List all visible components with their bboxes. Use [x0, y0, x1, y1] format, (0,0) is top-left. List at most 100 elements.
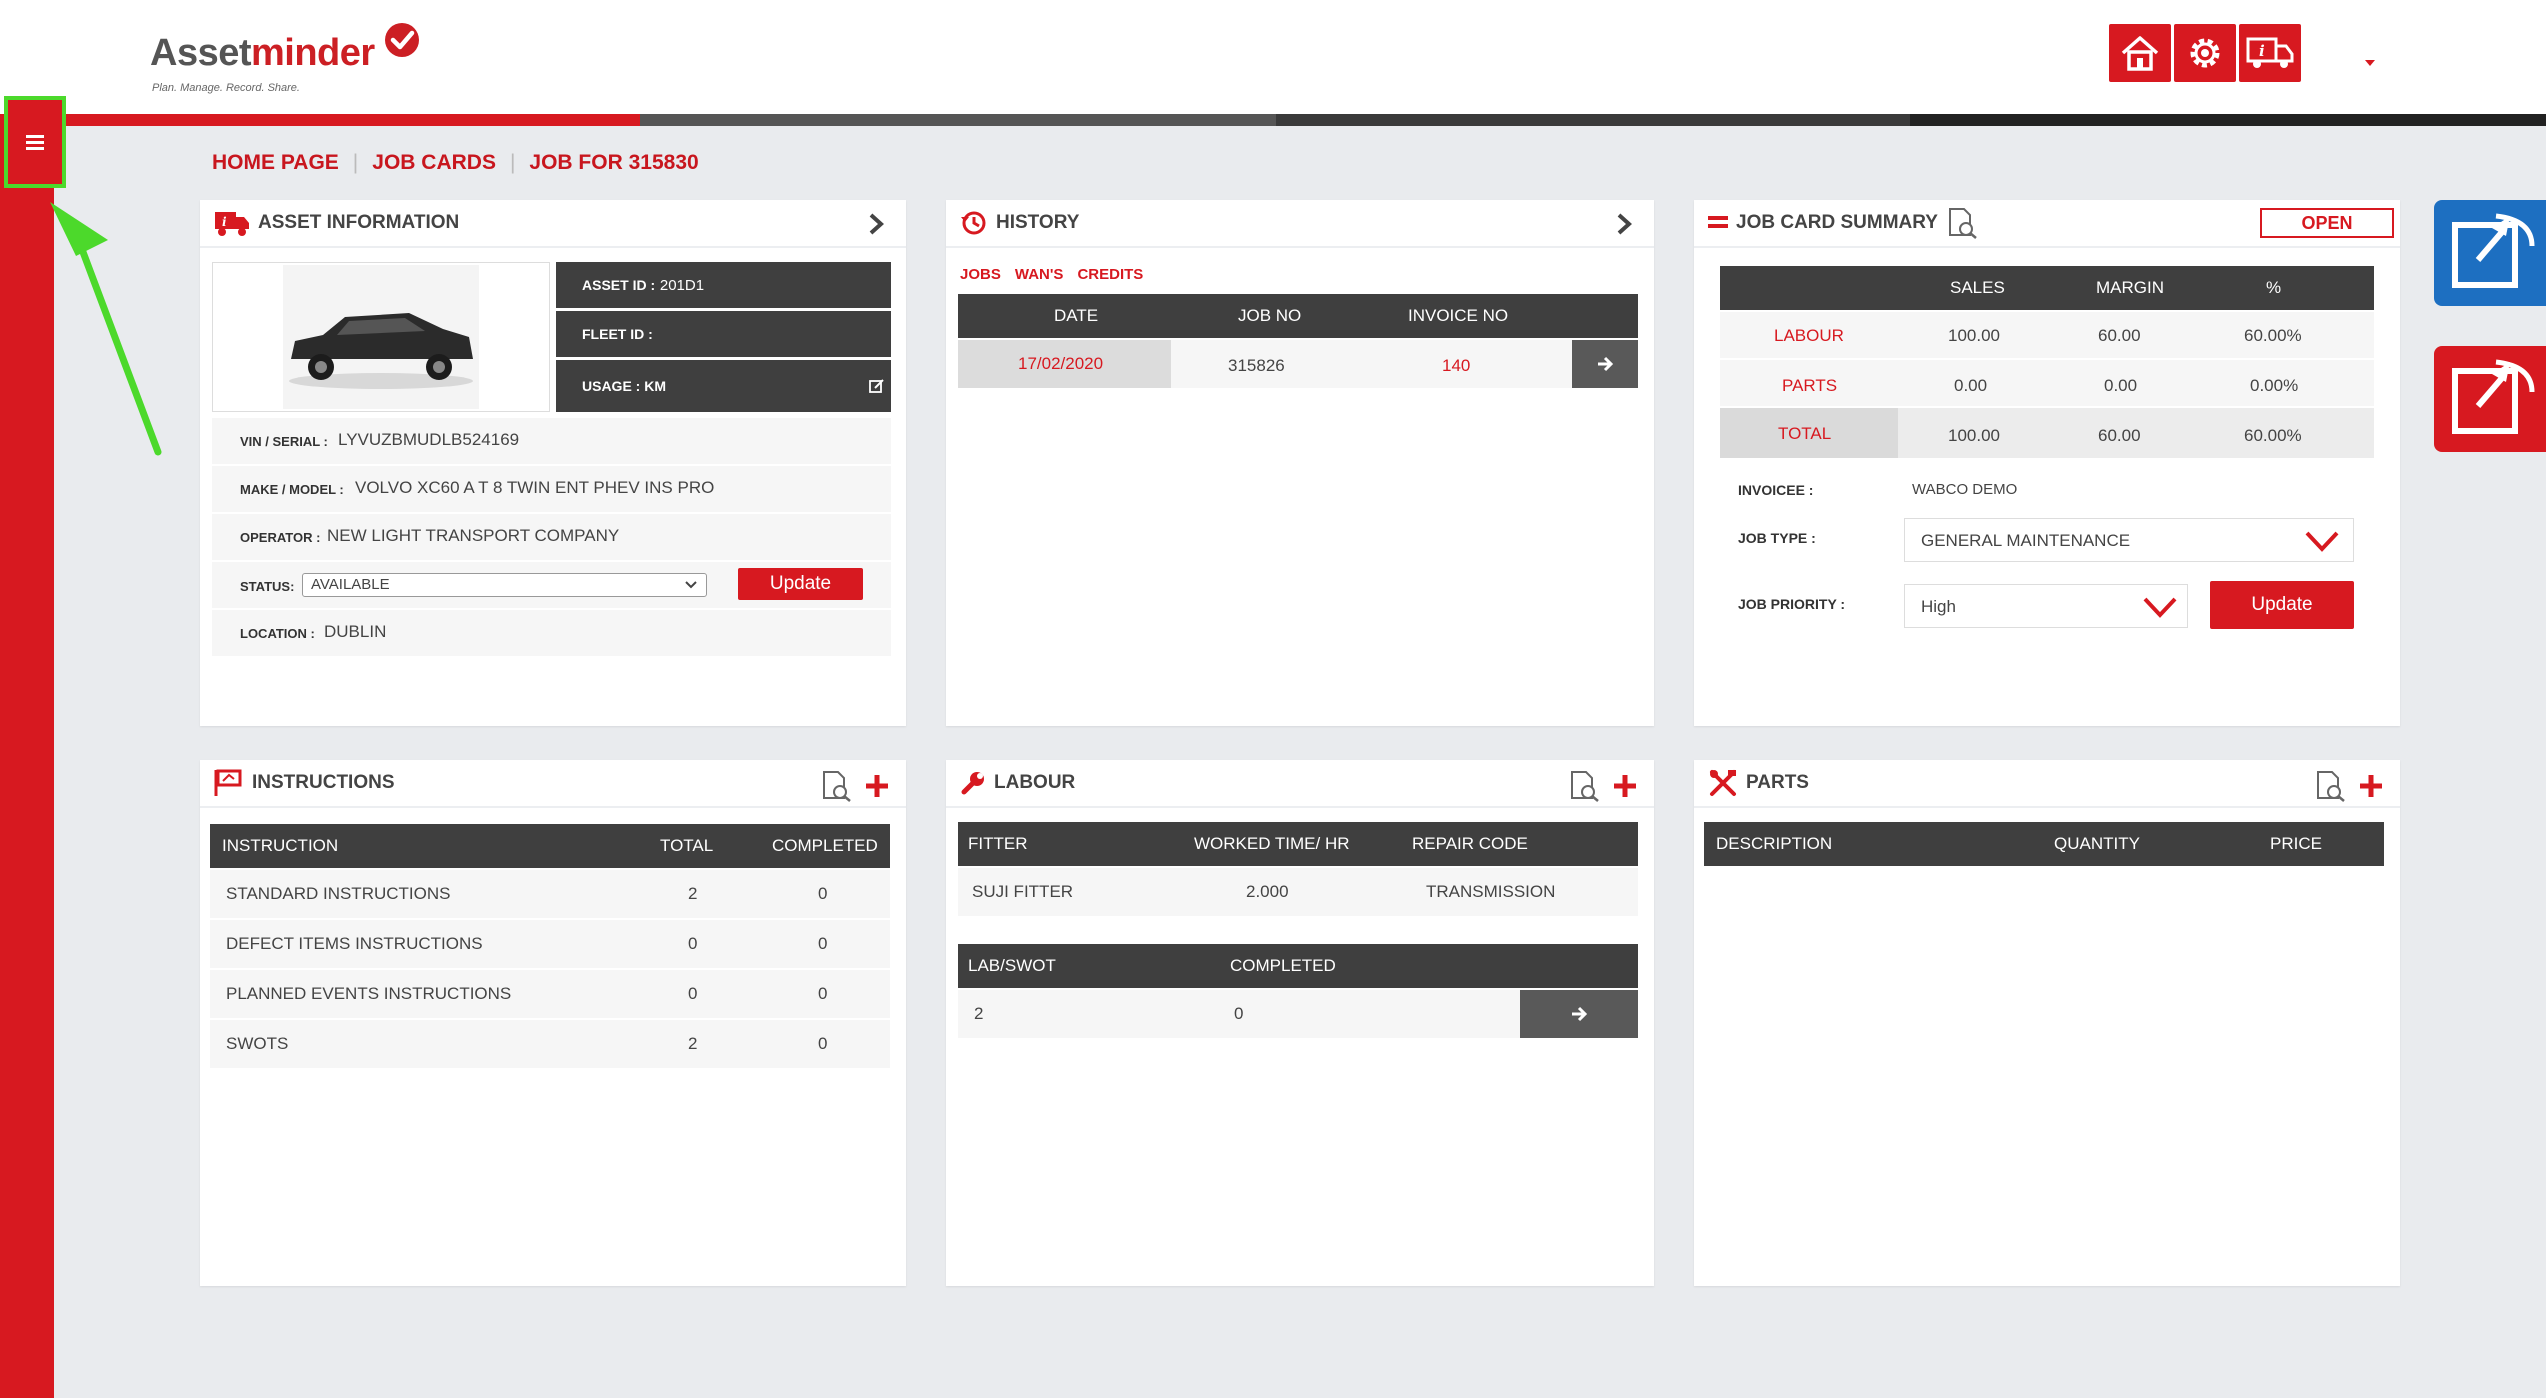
table-row[interactable]: SWOTS 2 0	[210, 1020, 890, 1068]
history-job-no: 315826	[1228, 356, 1285, 375]
job-card-summary-panel: JOB CARD SUMMARY OPEN SALES MARGIN % LAB…	[1694, 200, 2400, 726]
job-type-select[interactable]: GENERAL MAINTENANCE	[1904, 518, 2354, 562]
panel-title: JOB CARD SUMMARY	[1736, 212, 1938, 233]
arrow-right-icon	[1598, 356, 1614, 372]
parts-panel: PARTS DESCRIPTION QUANTITY PRICE	[1694, 760, 2400, 1286]
status-select[interactable]: AVAILABLE	[302, 573, 707, 597]
table-row[interactable]: PLANNED EVENTS INSTRUCTIONS 0 0	[210, 970, 890, 1018]
panel-title: INSTRUCTIONS	[252, 772, 395, 793]
make-model-row: MAKE / MODEL : VOLVO XC60 A T 8 TWIN ENT…	[212, 466, 891, 512]
arrow-right-icon	[1572, 1006, 1588, 1022]
settings-button[interactable]	[2174, 24, 2236, 82]
instructions-panel: INSTRUCTIONS INSTRUCTION TOTAL COMPLETED…	[200, 760, 906, 1286]
instructions-icon	[214, 769, 242, 796]
table-row[interactable]: SUJI FITTER 2.000 TRANSMISSION	[958, 868, 1638, 916]
summary-table-header: SALES MARGIN %	[1720, 266, 2374, 310]
svg-text:i: i	[2259, 42, 2265, 60]
add-icon[interactable]	[2358, 773, 2384, 799]
fleet-id-row: FLEET ID :	[556, 311, 891, 357]
history-invoice-no[interactable]: 140	[1442, 356, 1470, 376]
asset-information-panel: i ASSET INFORMATION ASSET ID : 201D1 FLE…	[200, 200, 906, 726]
panel-tools	[2314, 770, 2384, 802]
usage-row: USAGE : KM	[556, 360, 891, 412]
status-badge: OPEN	[2260, 208, 2394, 238]
summary-header: JOB CARD SUMMARY OPEN	[1694, 200, 2400, 248]
add-icon[interactable]	[1612, 773, 1638, 799]
annotation-arrow-icon	[50, 202, 162, 456]
breadcrumb: HOME PAGE | JOB CARDS | JOB FOR 315830	[212, 151, 699, 175]
logo-tagline: Plan. Manage. Record. Share.	[152, 82, 300, 94]
swot-table-header: LAB/SWOT COMPLETED	[958, 944, 1638, 988]
history-header: HISTORY	[946, 200, 1654, 248]
wrench-icon	[961, 772, 984, 795]
export-document-icon	[2452, 359, 2535, 434]
history-icon	[961, 211, 986, 235]
home-icon	[2121, 36, 2159, 71]
parts-header: PARTS	[1694, 760, 2400, 808]
document-search-icon[interactable]	[820, 770, 852, 802]
history-tabs: JOBS WAN'S CREDITS	[960, 266, 1143, 283]
job-type-label: JOB TYPE :	[1738, 530, 1816, 546]
swot-open-button[interactable]	[1520, 990, 1638, 1038]
app-logo[interactable]: Assetminder Plan. Manage. Record. Share.	[150, 20, 430, 94]
top-header: Assetminder Plan. Manage. Record. Share.…	[0, 0, 2546, 114]
panel-tools	[820, 770, 890, 802]
panel-tools	[1568, 770, 1638, 802]
history-panel: HISTORY JOBS WAN'S CREDITS DATE JOB NO I…	[946, 200, 1654, 726]
labour-table-header: FITTER WORKED TIME/ HR REPAIR CODE	[958, 822, 1638, 866]
chevron-down-icon	[2143, 597, 2177, 618]
chevron-right-icon[interactable]	[1612, 212, 1636, 236]
asset-information-header: i ASSET INFORMATION	[200, 200, 906, 248]
history-date: 17/02/2020	[1018, 354, 1104, 373]
invoicee-value: WABCO DEMO	[1912, 481, 2018, 498]
chevron-down-icon	[685, 581, 697, 589]
table-row[interactable]: DEFECT ITEMS INSTRUCTIONS 0 0	[210, 920, 890, 968]
tab-jobs[interactable]: JOBS	[960, 266, 1001, 283]
instructions-table-header: INSTRUCTION TOTAL COMPLETED	[210, 824, 890, 868]
history-table-header: DATE JOB NO INVOICE NO	[958, 294, 1638, 338]
share-document-icon	[2452, 213, 2535, 288]
list-icon	[1708, 216, 1728, 228]
truck-icon: i	[214, 209, 250, 237]
breadcrumb-home[interactable]: HOME PAGE	[212, 151, 339, 175]
tab-credits[interactable]: CREDITS	[1077, 266, 1143, 283]
tools-icon	[1710, 770, 1736, 796]
job-priority-select[interactable]: High	[1904, 584, 2188, 628]
panel-title: HISTORY	[996, 212, 1080, 233]
vehicle-photo	[212, 262, 550, 412]
chevron-right-icon[interactable]	[864, 212, 888, 236]
panel-title: ASSET INFORMATION	[258, 212, 460, 233]
truck-info-icon: i	[2246, 37, 2294, 68]
vin-row: VIN / SERIAL : LYVUZBMUDLB524169	[212, 418, 891, 464]
status-update-button[interactable]: Update	[738, 568, 863, 600]
add-icon[interactable]	[864, 773, 890, 799]
home-button[interactable]	[2109, 24, 2171, 82]
tab-wans[interactable]: WAN'S	[1015, 266, 1064, 283]
history-open-button[interactable]	[1572, 340, 1638, 388]
breadcrumb-job-cards[interactable]: JOB CARDS	[372, 151, 496, 175]
vehicle-info-button[interactable]: i	[2239, 24, 2301, 82]
svg-text:i: i	[222, 215, 227, 229]
right-tab-blue[interactable]	[2434, 200, 2546, 306]
edit-icon[interactable]	[869, 378, 885, 394]
menu-toggle-button[interactable]	[4, 96, 66, 188]
table-row[interactable]: STANDARD INSTRUCTIONS 2 0	[210, 870, 890, 918]
document-search-icon[interactable]	[1946, 207, 1978, 239]
summary-update-button[interactable]: Update	[2210, 581, 2354, 629]
hamburger-icon	[26, 132, 44, 153]
parts-table-header: DESCRIPTION QUANTITY PRICE	[1704, 822, 2384, 866]
logo-wordmark: Assetminder	[150, 32, 375, 74]
document-search-icon[interactable]	[1568, 770, 1600, 802]
document-search-icon[interactable]	[2314, 770, 2346, 802]
user-menu-caret-icon[interactable]	[2365, 60, 2375, 66]
labour-header: LABOUR	[946, 760, 1654, 808]
panel-title: LABOUR	[994, 772, 1076, 793]
instructions-header: INSTRUCTIONS	[200, 760, 906, 808]
breadcrumb-current[interactable]: JOB FOR 315830	[529, 151, 698, 175]
invoicee-label: INVOICEE :	[1738, 482, 1814, 498]
settings-icon	[2190, 38, 2220, 68]
right-tab-red[interactable]	[2434, 346, 2546, 452]
panel-title: PARTS	[1746, 772, 1809, 793]
chevron-down-icon	[2305, 531, 2339, 552]
location-row: LOCATION : DUBLIN	[212, 610, 891, 656]
